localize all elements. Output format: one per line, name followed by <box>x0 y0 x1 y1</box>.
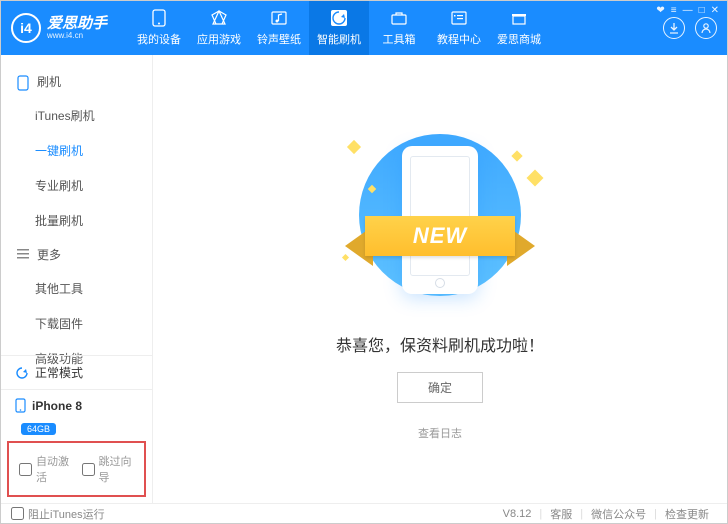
tab-label: 铃声壁纸 <box>257 31 301 47</box>
sidebar-section-more[interactable]: 更多 <box>13 238 140 271</box>
success-message: 恭喜您，保资料刷机成功啦！ <box>336 332 544 356</box>
tab-ringtones[interactable]: 铃声壁纸 <box>249 1 309 55</box>
block-itunes-checkbox[interactable]: 阻止iTunes运行 <box>11 506 105 522</box>
app-logo: i4 爱思助手 www.i4.cn <box>11 13 129 43</box>
device-name: iPhone 8 <box>32 399 82 413</box>
section-title: 刷机 <box>37 73 61 90</box>
ok-button[interactable]: 确定 <box>397 372 483 403</box>
skip-guide-checkbox[interactable]: 跳过向导 <box>82 453 135 485</box>
app-header: i4 爱思助手 www.i4.cn 我的设备 应用游戏 铃声壁纸 智能刷机 <box>1 1 727 55</box>
store-icon <box>509 9 529 27</box>
toolbox-icon <box>389 9 409 27</box>
app-name: 爱思助手 <box>47 17 107 31</box>
maximize-icon[interactable]: □ <box>699 5 705 16</box>
view-log-link[interactable]: 查看日志 <box>418 425 462 441</box>
sidebar-item-download-firmware[interactable]: 下载固件 <box>35 306 140 341</box>
device-row[interactable]: iPhone 8 <box>1 390 152 421</box>
sidebar-item-one-click-flash[interactable]: 一键刷机 <box>35 133 140 168</box>
check-update-link[interactable]: 检查更新 <box>665 506 709 522</box>
tab-label: 智能刷机 <box>317 31 361 47</box>
lines-icon <box>17 248 31 262</box>
phone-small-icon <box>15 398 26 413</box>
new-banner: NEW <box>365 216 515 256</box>
tab-label: 应用游戏 <box>197 31 241 47</box>
device-icon <box>149 9 169 27</box>
tab-label: 教程中心 <box>437 31 481 47</box>
tab-label: 工具箱 <box>383 31 416 47</box>
capacity-badge: 64GB <box>21 423 56 435</box>
tab-my-device[interactable]: 我的设备 <box>129 1 189 55</box>
main-content: NEW 恭喜您，保资料刷机成功啦！ 确定 查看日志 <box>153 55 727 503</box>
apps-icon <box>209 9 229 27</box>
version-label: V8.12 <box>503 508 532 520</box>
main-tabs: 我的设备 应用游戏 铃声壁纸 智能刷机 工具箱 教程中心 <box>129 1 663 55</box>
tab-label: 爱思商城 <box>497 31 541 47</box>
wechat-link[interactable]: 微信公众号 <box>591 506 646 522</box>
tab-label: 我的设备 <box>137 31 181 47</box>
download-button[interactable] <box>663 17 685 39</box>
close-icon[interactable]: ✕ <box>711 5 719 16</box>
menu-icon[interactable]: ≡ <box>671 5 677 16</box>
flash-icon <box>329 9 349 27</box>
mode-label: 正常模式 <box>35 364 83 381</box>
logo-icon: i4 <box>11 13 41 43</box>
app-url: www.i4.cn <box>47 31 107 40</box>
phone-outline-icon <box>17 75 31 89</box>
tab-apps-games[interactable]: 应用游戏 <box>189 1 249 55</box>
tab-toolbox[interactable]: 工具箱 <box>369 1 429 55</box>
support-link[interactable]: 客服 <box>550 506 572 522</box>
refresh-icon <box>15 366 29 380</box>
sidebar-item-batch-flash[interactable]: 批量刷机 <box>35 203 140 238</box>
skin-icon[interactable]: ❤ <box>656 5 664 16</box>
device-mode-row[interactable]: 正常模式 <box>1 356 152 390</box>
auto-activate-checkbox[interactable]: 自动激活 <box>19 453 72 485</box>
sidebar-item-other-tools[interactable]: 其他工具 <box>35 271 140 306</box>
minimize-icon[interactable]: — <box>683 5 693 16</box>
sidebar: 刷机 iTunes刷机 一键刷机 专业刷机 批量刷机 更多 其他工具 下载固件 … <box>1 55 153 503</box>
tab-smart-flash[interactable]: 智能刷机 <box>309 1 369 55</box>
user-button[interactable] <box>695 17 717 39</box>
window-controls: ❤ ≡ — □ ✕ <box>656 5 719 16</box>
music-icon <box>269 9 289 27</box>
success-illustration: NEW <box>325 124 555 314</box>
sidebar-item-itunes-flash[interactable]: iTunes刷机 <box>35 98 140 133</box>
tab-tutorial[interactable]: 教程中心 <box>429 1 489 55</box>
status-bar: 阻止iTunes运行 V8.12 | 客服 | 微信公众号 | 检查更新 <box>1 503 727 523</box>
auto-options-row: 自动激活 跳过向导 <box>7 441 146 497</box>
tab-store[interactable]: 爱思商城 <box>489 1 549 55</box>
section-title: 更多 <box>37 246 61 263</box>
sidebar-item-pro-flash[interactable]: 专业刷机 <box>35 168 140 203</box>
sidebar-section-flash[interactable]: 刷机 <box>13 65 140 98</box>
book-icon <box>449 9 469 27</box>
